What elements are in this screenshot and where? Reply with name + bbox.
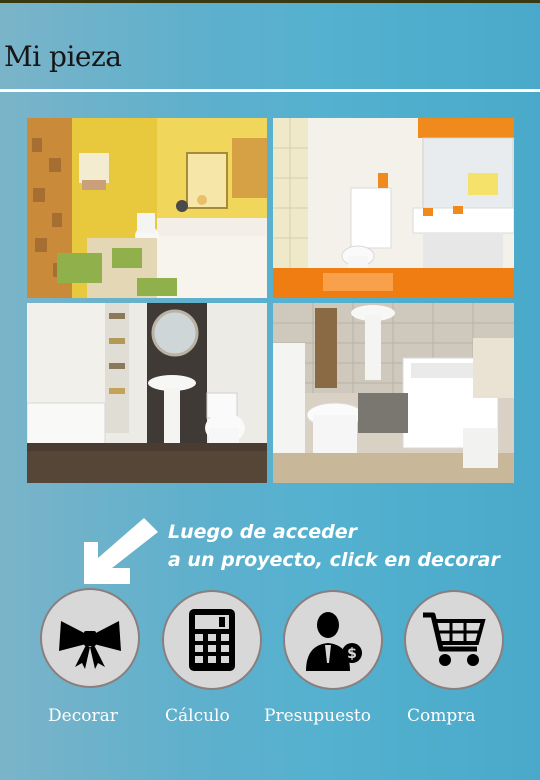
compra-label[interactable]: Compra xyxy=(407,706,476,726)
decorar-label[interactable]: Decorar xyxy=(48,706,118,726)
bathroom-photo-beige[interactable] xyxy=(273,303,514,483)
bathroom-photo-yellow[interactable] xyxy=(27,118,267,298)
hint-line-1: Luego de acceder xyxy=(168,521,357,543)
svg-text:$: $ xyxy=(347,646,357,662)
calculo-button[interactable] xyxy=(162,590,262,690)
compra-button[interactable] xyxy=(404,590,504,690)
hint-text: Luego de acceder a un proyecto, click en… xyxy=(168,518,500,574)
presupuesto-label[interactable]: Presupuesto xyxy=(264,706,371,726)
businessman-dollar-icon: $ xyxy=(306,612,362,671)
hint-line-2: a un proyecto, click en decorar xyxy=(168,549,500,571)
title-divider xyxy=(0,89,540,92)
calculator-icon xyxy=(189,609,235,671)
bathroom-photo-dark[interactable] xyxy=(27,303,267,483)
top-border xyxy=(0,0,540,3)
presupuesto-button[interactable]: $ xyxy=(283,590,383,690)
bow-icon xyxy=(59,621,121,669)
calculo-label[interactable]: Cálculo xyxy=(165,706,230,726)
shopping-cart-icon xyxy=(423,612,486,666)
bathroom-photo-orange[interactable] xyxy=(273,118,514,298)
hint-arrow-icon xyxy=(84,518,158,584)
page-title: Mi pieza xyxy=(4,40,122,73)
decorar-button[interactable] xyxy=(40,588,140,688)
